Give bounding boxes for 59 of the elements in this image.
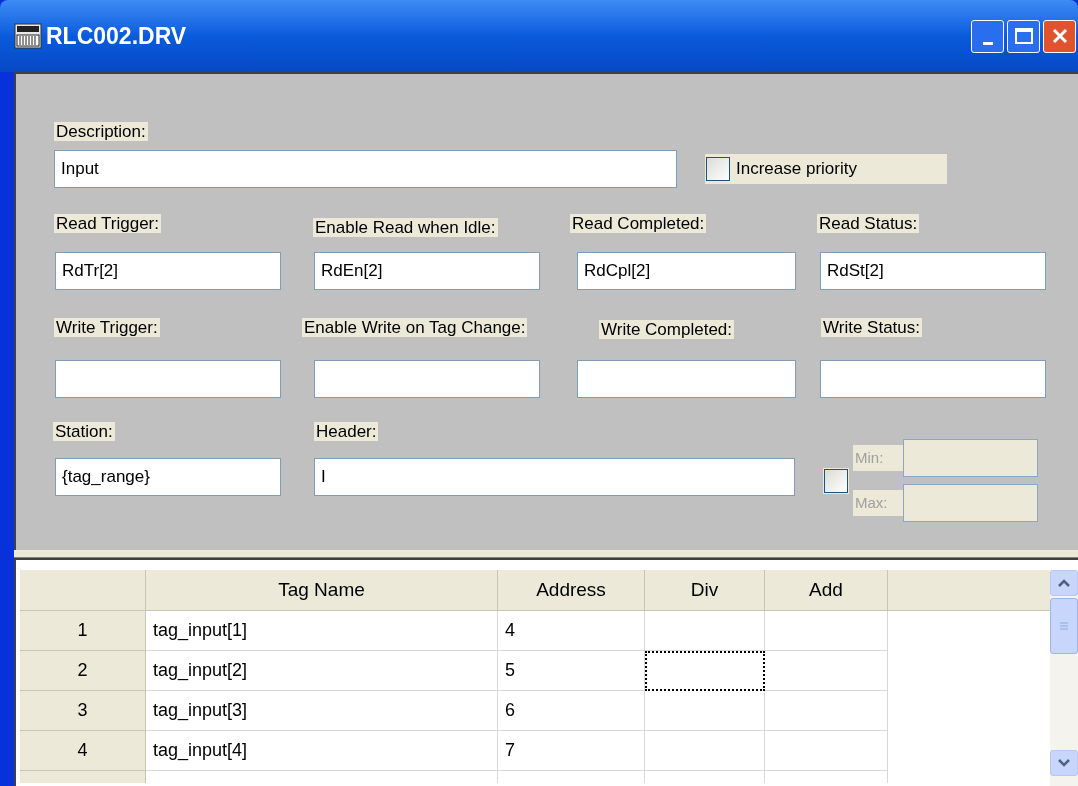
column-header[interactable]: Div — [645, 570, 765, 611]
field-label: Write Status: — [821, 318, 922, 337]
checkbox-label: Increase priority — [736, 158, 857, 181]
text-field[interactable]: RdCpl[2] — [577, 252, 796, 290]
table-cell: tag_input[3] — [146, 691, 498, 731]
table-cell: 4 — [498, 611, 645, 651]
text-field[interactable] — [903, 484, 1038, 522]
maximize-icon — [1014, 28, 1033, 44]
table-cell: tag_input[2] — [146, 651, 498, 691]
row-header[interactable]: 3 — [20, 691, 146, 731]
table-cell[interactable] — [645, 651, 765, 691]
text-field[interactable]: RdSt[2] — [820, 252, 1046, 290]
app-icon — [14, 23, 42, 49]
text-field[interactable] — [314, 360, 540, 398]
table-cell: 7 — [498, 731, 645, 771]
close-icon — [1050, 27, 1069, 45]
field-label: Read Trigger: — [54, 214, 161, 233]
field-label: Enable Read when Idle: — [313, 218, 498, 237]
table-cell: tag_input[1] — [146, 611, 498, 651]
text-field[interactable] — [577, 360, 796, 398]
scroll-down-button[interactable] — [1050, 750, 1078, 776]
column-header[interactable]: Address — [498, 570, 645, 611]
minimize-icon — [982, 41, 993, 45]
column-header[interactable]: Add — [765, 570, 888, 611]
table-cell: tag_input[4] — [146, 731, 498, 771]
table-cell: 6 — [498, 691, 645, 731]
window-title: RLC002.DRV — [46, 21, 187, 51]
scroll-up-button[interactable] — [1050, 570, 1078, 596]
row-header[interactable]: 1 — [20, 611, 146, 651]
maximize-button[interactable] — [1007, 19, 1040, 53]
minimize-button[interactable] — [971, 19, 1004, 53]
range-label: Max: — [853, 490, 903, 516]
field-label: Description: — [54, 122, 148, 141]
field-label: Station: — [53, 422, 115, 441]
range-label: Min: — [853, 445, 903, 471]
column-header[interactable]: Tag Name — [146, 570, 498, 611]
checkbox[interactable] — [706, 157, 730, 181]
text-field[interactable]: {tag_range} — [55, 458, 281, 496]
text-field[interactable]: RdTr[2] — [55, 252, 281, 290]
text-field[interactable]: Input — [54, 150, 677, 188]
table-cell: 5 — [498, 651, 645, 691]
text-field[interactable] — [55, 360, 281, 398]
field-label: Write Completed: — [599, 320, 734, 339]
field-label: Enable Write on Tag Change: — [302, 318, 528, 337]
scrollbar[interactable] — [1050, 570, 1078, 786]
field-label: Header: — [314, 422, 379, 441]
field-label: Read Completed: — [570, 214, 707, 233]
field-label: Write Trigger: — [54, 318, 160, 337]
text-field[interactable] — [903, 439, 1038, 477]
text-field[interactable]: I — [314, 458, 795, 496]
field-label: Read Status: — [817, 214, 920, 233]
close-button[interactable] — [1043, 19, 1076, 53]
row-header[interactable]: 4 — [20, 731, 146, 771]
text-field[interactable]: RdEn[2] — [314, 252, 540, 290]
text-field[interactable] — [820, 360, 1046, 398]
splitter-bar[interactable] — [14, 550, 1078, 558]
scroll-thumb[interactable] — [1050, 598, 1078, 654]
grip-icon — [1059, 622, 1069, 630]
row-header[interactable]: 2 — [20, 651, 146, 691]
